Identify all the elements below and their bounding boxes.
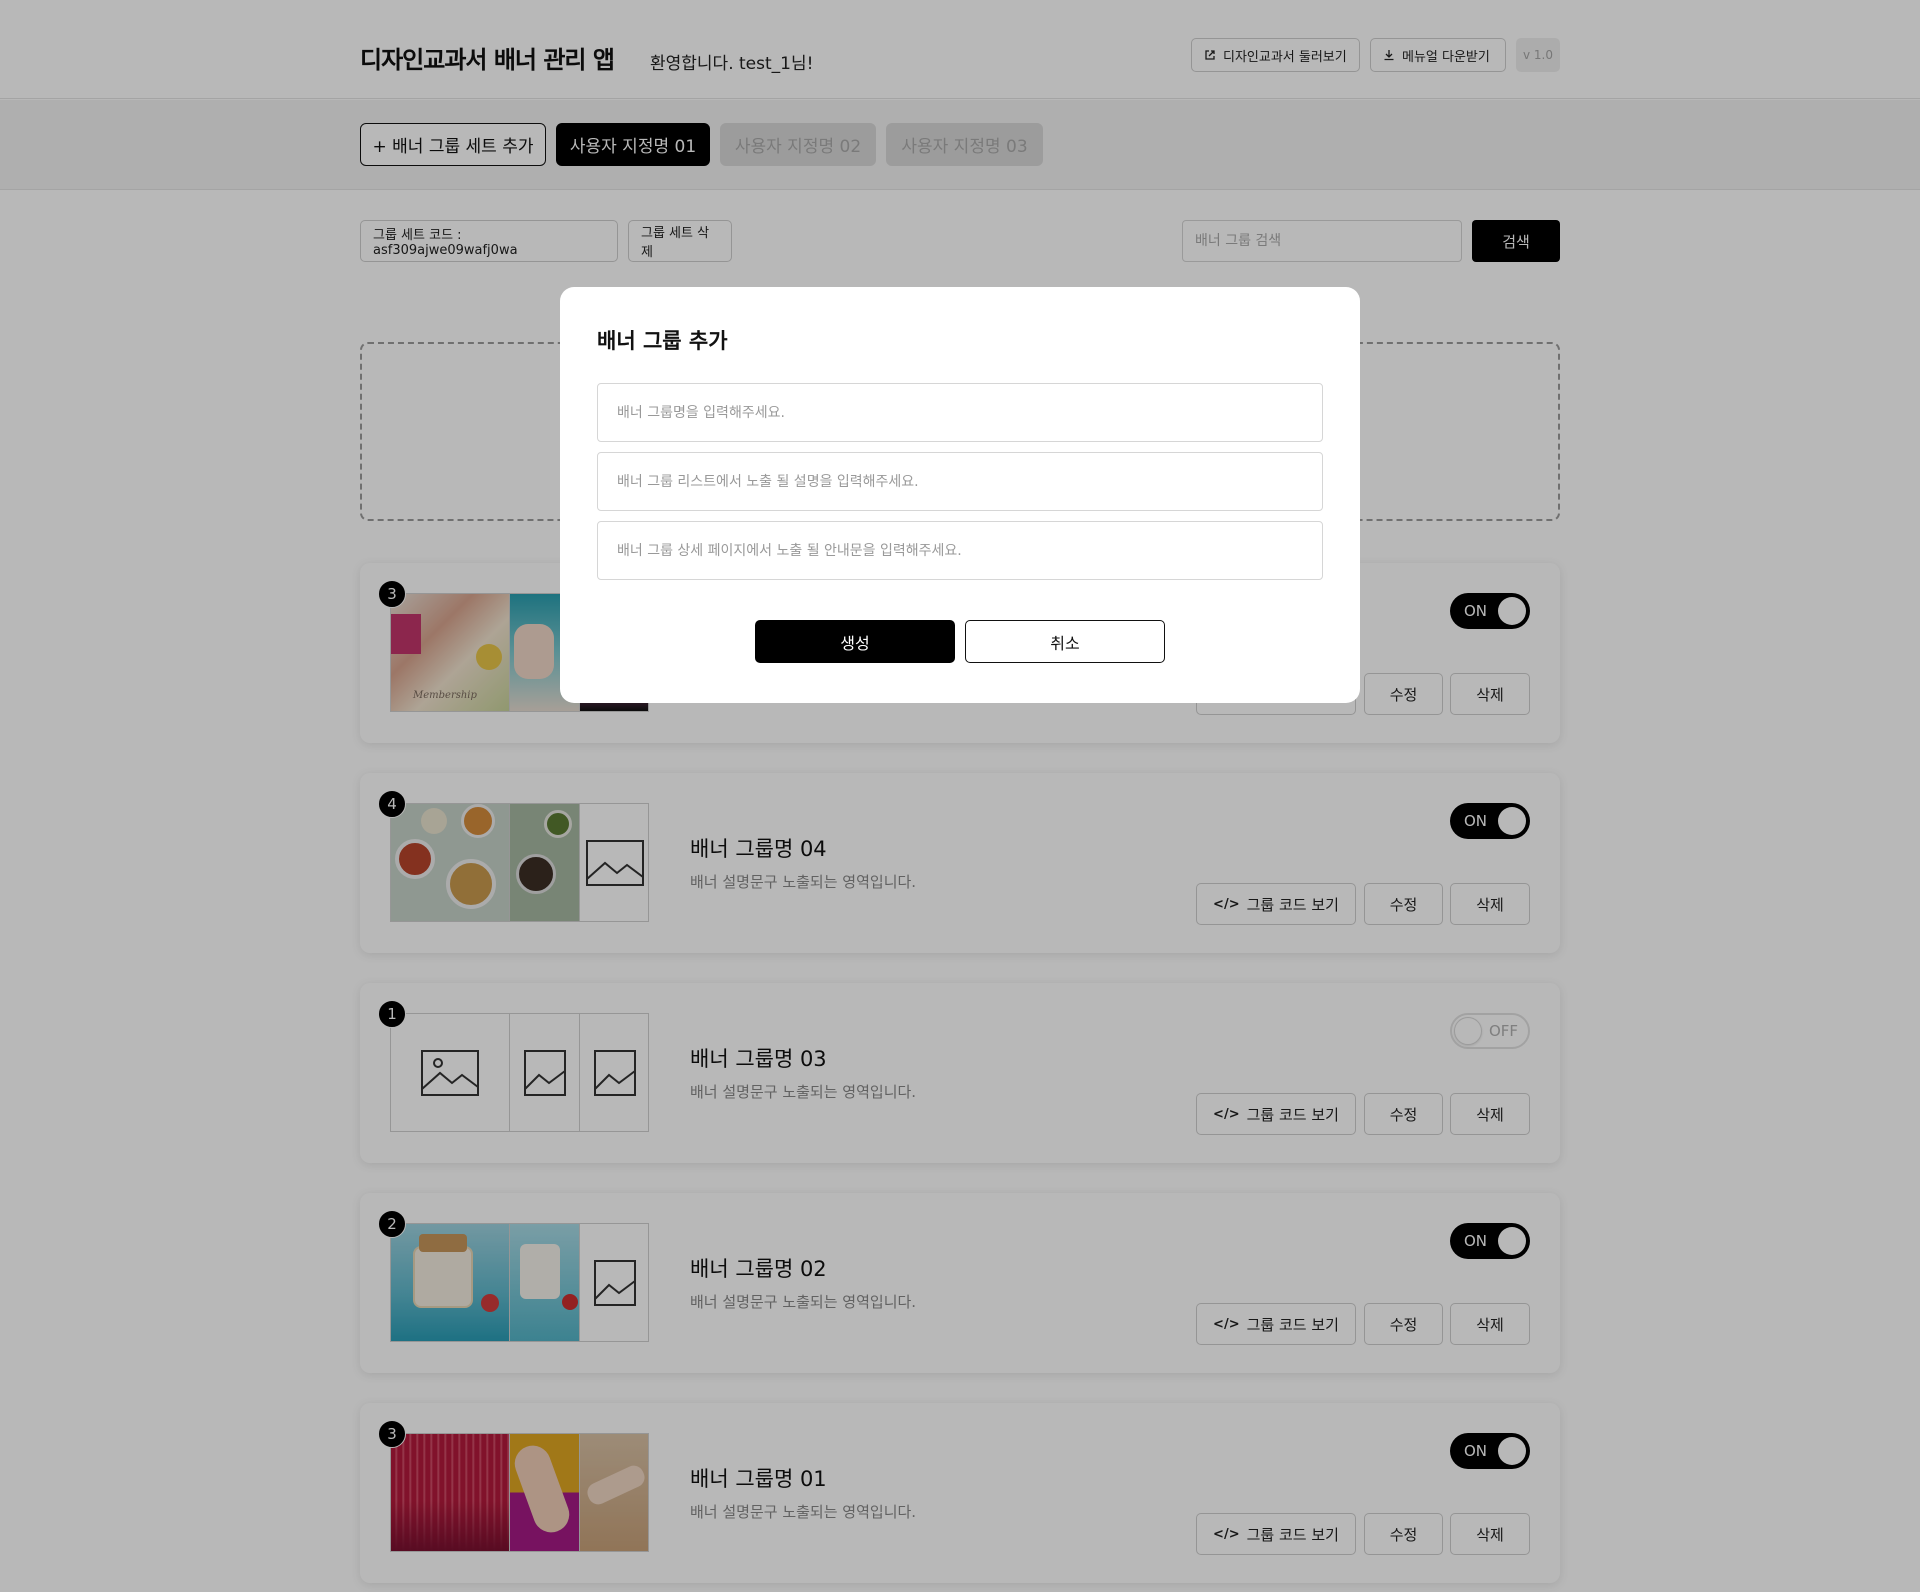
list-description-input[interactable] (597, 452, 1323, 511)
modal-title: 배너 그룹 추가 (597, 329, 728, 353)
cancel-button[interactable]: 취소 (965, 620, 1165, 663)
banner-group-name-input[interactable] (597, 383, 1323, 442)
create-button[interactable]: 생성 (755, 620, 955, 663)
add-banner-group-modal: 배너 그룹 추가 생성 취소 (560, 287, 1360, 703)
modal-backdrop[interactable] (0, 0, 1920, 1592)
detail-notice-input[interactable] (597, 521, 1323, 580)
